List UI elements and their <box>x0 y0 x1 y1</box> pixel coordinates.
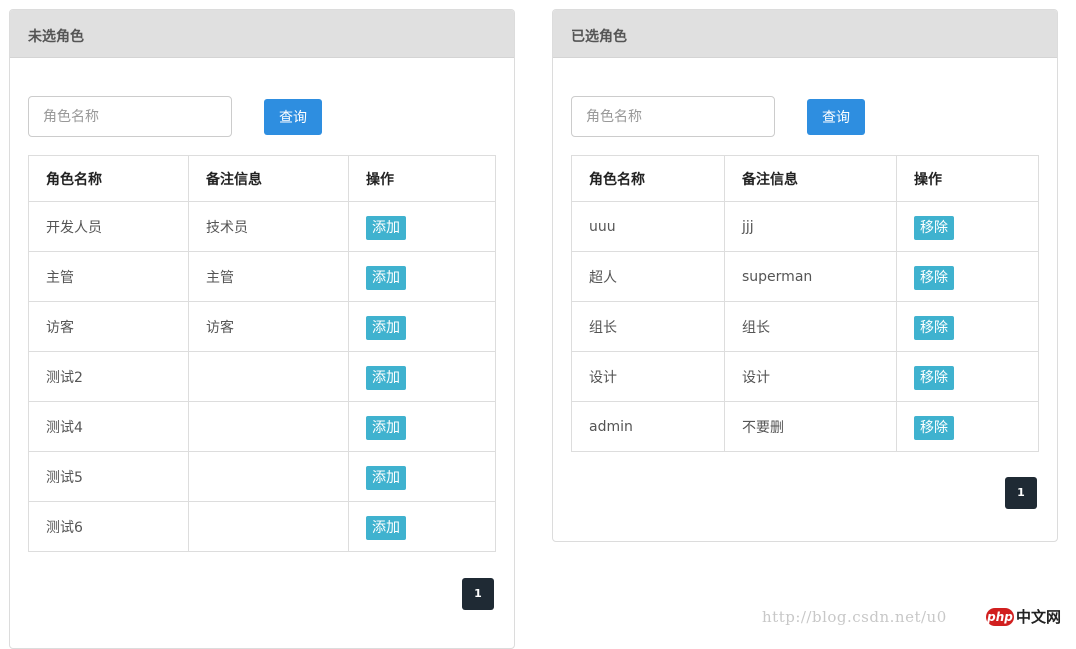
role-name-cell: 组长 <box>571 301 725 352</box>
selected-roles-panel: 已选角色 查询 角色名称 备注信息 操作 uuu jjj 移除 超人 super… <box>552 9 1058 542</box>
role-name-cell: 测试2 <box>28 351 189 402</box>
remove-button[interactable]: 移除 <box>914 415 954 440</box>
unselected-roles-panel: 未选角色 查询 角色名称 备注信息 操作 开发人员 技术员 添加 主管 主管 添… <box>9 9 515 649</box>
role-name-search-input[interactable] <box>571 96 775 137</box>
remarks-cell: 设计 <box>724 351 897 402</box>
remove-button[interactable]: 移除 <box>914 315 954 340</box>
add-button[interactable]: 添加 <box>366 315 406 340</box>
unselected-roles-table: 角色名称 备注信息 操作 开发人员 技术员 添加 主管 主管 添加 访客 访客 … <box>28 155 496 552</box>
remarks-cell <box>188 401 349 452</box>
panel-title: 未选角色 <box>10 10 514 58</box>
table-row: 测试6 添加 <box>28 501 496 552</box>
role-name-cell: 开发人员 <box>28 201 189 252</box>
action-cell: 添加 <box>348 501 496 552</box>
page-1-button[interactable]: 1 <box>462 578 494 610</box>
table-row: uuu jjj 移除 <box>571 201 1039 252</box>
action-cell: 移除 <box>896 351 1039 402</box>
action-cell: 移除 <box>896 201 1039 252</box>
action-cell: 添加 <box>348 451 496 502</box>
column-header-role-name: 角色名称 <box>28 155 189 202</box>
remove-button[interactable]: 移除 <box>914 215 954 240</box>
table-header-row: 角色名称 备注信息 操作 <box>571 155 1039 202</box>
remarks-cell: 主管 <box>188 251 349 302</box>
table-row: 测试4 添加 <box>28 401 496 452</box>
column-header-action: 操作 <box>896 155 1039 202</box>
action-cell: 移除 <box>896 251 1039 302</box>
table-header-row: 角色名称 备注信息 操作 <box>28 155 496 202</box>
remarks-cell <box>188 451 349 502</box>
query-button[interactable]: 查询 <box>264 99 322 135</box>
table-row: 组长 组长 移除 <box>571 301 1039 352</box>
watermark-url: http://blog.csdn.net/u0 <box>762 608 947 626</box>
add-button[interactable]: 添加 <box>366 415 406 440</box>
add-button[interactable]: 添加 <box>366 265 406 290</box>
table-row: 开发人员 技术员 添加 <box>28 201 496 252</box>
role-name-search-input[interactable] <box>28 96 232 137</box>
table-row: 超人 superman 移除 <box>571 251 1039 302</box>
role-name-cell: 设计 <box>571 351 725 402</box>
table-row: 访客 访客 添加 <box>28 301 496 352</box>
remarks-cell: jjj <box>724 201 897 252</box>
logo-text: 中文网 <box>1016 608 1062 626</box>
add-button[interactable]: 添加 <box>366 515 406 540</box>
php-cn-logo: php 中文网 <box>986 606 1072 630</box>
remarks-cell: 组长 <box>724 301 897 352</box>
column-header-action: 操作 <box>348 155 496 202</box>
add-button[interactable]: 添加 <box>366 465 406 490</box>
remove-button[interactable]: 移除 <box>914 365 954 390</box>
action-cell: 移除 <box>896 301 1039 352</box>
table-row: admin 不要删 移除 <box>571 401 1039 452</box>
remarks-cell: 访客 <box>188 301 349 352</box>
panel-title: 已选角色 <box>553 10 1057 58</box>
table-row: 设计 设计 移除 <box>571 351 1039 402</box>
action-cell: 添加 <box>348 201 496 252</box>
add-button[interactable]: 添加 <box>366 365 406 390</box>
action-cell: 添加 <box>348 351 496 402</box>
role-name-cell: 测试6 <box>28 501 189 552</box>
column-header-role-name: 角色名称 <box>571 155 725 202</box>
remarks-cell <box>188 501 349 552</box>
column-header-remarks: 备注信息 <box>724 155 897 202</box>
query-button[interactable]: 查询 <box>807 99 865 135</box>
table-row: 测试5 添加 <box>28 451 496 502</box>
remove-button[interactable]: 移除 <box>914 265 954 290</box>
remarks-cell: 技术员 <box>188 201 349 252</box>
role-name-cell: 测试5 <box>28 451 189 502</box>
role-name-cell: 访客 <box>28 301 189 352</box>
add-button[interactable]: 添加 <box>366 215 406 240</box>
role-name-cell: 超人 <box>571 251 725 302</box>
remarks-cell: 不要删 <box>724 401 897 452</box>
role-name-cell: uuu <box>571 201 725 252</box>
php-logo-badge: php <box>986 608 1014 626</box>
action-cell: 添加 <box>348 401 496 452</box>
role-name-cell: 主管 <box>28 251 189 302</box>
column-header-remarks: 备注信息 <box>188 155 349 202</box>
selected-roles-table: 角色名称 备注信息 操作 uuu jjj 移除 超人 superman 移除 组… <box>571 155 1039 452</box>
action-cell: 添加 <box>348 251 496 302</box>
table-row: 测试2 添加 <box>28 351 496 402</box>
remarks-cell: superman <box>724 251 897 302</box>
table-row: 主管 主管 添加 <box>28 251 496 302</box>
remarks-cell <box>188 351 349 402</box>
page-1-button[interactable]: 1 <box>1005 477 1037 509</box>
action-cell: 添加 <box>348 301 496 352</box>
role-name-cell: admin <box>571 401 725 452</box>
role-name-cell: 测试4 <box>28 401 189 452</box>
action-cell: 移除 <box>896 401 1039 452</box>
